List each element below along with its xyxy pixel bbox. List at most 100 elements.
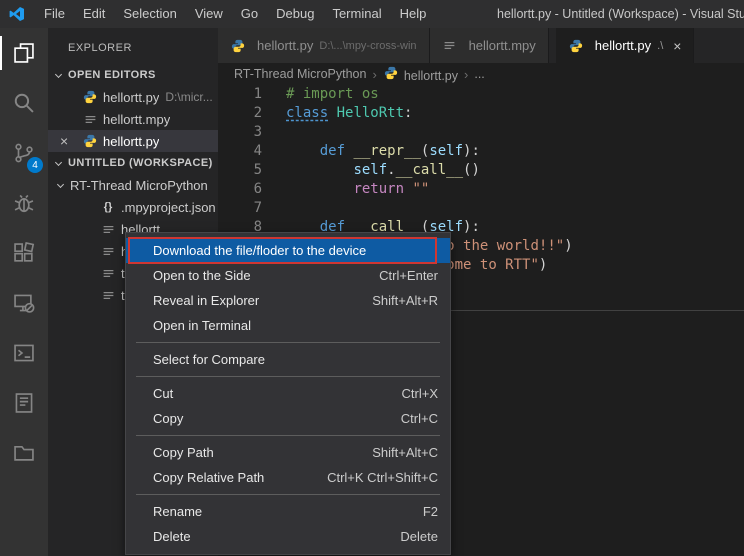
mpy-file-icon [100, 289, 116, 302]
code-line: 4 def __repr__(self): [218, 142, 744, 161]
breadcrumb-item-hellortt-py[interactable]: hellortt.py [383, 66, 458, 83]
context-menu-item-open-in-terminal[interactable]: Open in Terminal [126, 313, 450, 338]
menu-item-shortcut: F2 [423, 504, 438, 519]
menu-item-shortcut: Ctrl+C [401, 411, 438, 426]
context-menu-item-cut[interactable]: CutCtrl+X [126, 381, 450, 406]
menu-separator [136, 376, 440, 377]
code-text[interactable] [262, 199, 286, 218]
output-icon[interactable] [0, 378, 48, 428]
menu-selection[interactable]: Selection [114, 0, 185, 28]
menu-item-label: Copy [153, 411, 183, 426]
context-menu-item-copy-path[interactable]: Copy PathShift+Alt+C [126, 440, 450, 465]
python-file-icon [82, 90, 98, 104]
open-editors-list: hellortt.pyD:\micr...hellortt.mpy×hellor… [48, 86, 218, 152]
context-menu-item-reveal-in-explorer[interactable]: Reveal in Explorer Shift+Alt+R [126, 288, 450, 313]
line-number: 5 [218, 161, 262, 180]
menu-item-label: Copy Relative Path [153, 470, 264, 485]
menu-item-label: Download the file/floder to the device [153, 243, 366, 258]
tab-label: hellortt.mpy [469, 38, 536, 53]
context-menu-item-copy-relative-path[interactable]: Copy Relative PathCtrl+K Ctrl+Shift+C [126, 465, 450, 490]
breadcrumb-label: ... [474, 67, 484, 81]
vscode-logo-icon [9, 6, 25, 22]
menu-item-label: Cut [153, 386, 173, 401]
context-menu: Download the file/floder to the device Op… [125, 232, 451, 555]
menu-edit[interactable]: Edit [74, 0, 114, 28]
context-menu-item-copy[interactable]: Copy Ctrl+C [126, 406, 450, 431]
menu-item-label: Select for Compare [153, 352, 265, 367]
code-line: 6 return "" [218, 180, 744, 199]
tab-description: D:\...\mpy-cross-win [319, 40, 416, 52]
context-menu-item-select-for-compare[interactable]: Select for Compare [126, 347, 450, 372]
menu-separator [136, 494, 440, 495]
menu-terminal[interactable]: Terminal [323, 0, 390, 28]
folder-icon[interactable] [0, 428, 48, 478]
file-name: hellortt.py [103, 90, 159, 105]
menu-help[interactable]: Help [391, 0, 436, 28]
window-title: hellortt.py - Untitled (Workspace) - Vis… [497, 0, 744, 28]
context-menu-item-download-the-file-floder-to-the-device[interactable]: Download the file/floder to the device [126, 238, 450, 263]
menu-go[interactable]: Go [232, 0, 267, 28]
file-path: D:\micr... [165, 90, 212, 104]
breadcrumb-label: RT-Thread MicroPython [234, 67, 366, 81]
close-icon[interactable]: × [60, 133, 82, 149]
workspace-label: UNTITLED (WORKSPACE) [68, 157, 213, 169]
open-editor-hellortt-mpy[interactable]: hellortt.mpy [48, 108, 218, 130]
menu-item-label: Reveal in Explorer [153, 293, 259, 308]
chevron-down-icon [57, 180, 64, 187]
search-icon[interactable] [0, 78, 48, 128]
tab-hellortt-py[interactable]: hellortt.py.\× [556, 28, 695, 63]
mpy-file-icon [100, 223, 116, 236]
folder-rt-thread-micropython[interactable]: RT-Thread MicroPython [48, 174, 218, 196]
menu-item-label: Delete [153, 529, 191, 544]
context-menu-item-open-to-the-side[interactable]: Open to the Side Ctrl+Enter [126, 263, 450, 288]
menu-debug[interactable]: Debug [267, 0, 323, 28]
code-text[interactable]: # import os [262, 85, 379, 104]
mpy-file-icon [82, 113, 98, 126]
context-menu-item-delete[interactable]: DeleteDelete [126, 524, 450, 549]
workspace-header[interactable]: UNTITLED (WORKSPACE) [48, 152, 218, 174]
code-text[interactable] [262, 123, 286, 142]
code-text[interactable]: self.__call__() [262, 161, 480, 180]
menu-separator [136, 435, 440, 436]
menu-item-label: Rename [153, 504, 202, 519]
source-control-icon[interactable]: 4 [0, 128, 48, 178]
line-number: 4 [218, 142, 262, 161]
code-line: 2class HelloRtt: [218, 104, 744, 123]
menu-item-label: Open to the Side [153, 268, 251, 283]
breadcrumb-item-[interactable]: ... [474, 67, 484, 81]
open-editor-hellortt-py[interactable]: hellortt.py D:\micr... [48, 86, 218, 108]
menu-view[interactable]: View [186, 0, 232, 28]
menu-item-shortcut: Shift+Alt+R [372, 293, 438, 308]
code-text[interactable]: class HelloRtt: [262, 104, 412, 123]
code-line: 1# import os [218, 85, 744, 104]
open-editors-header[interactable]: OPEN EDITORS [48, 64, 218, 86]
tree-item-mpyproject-json[interactable]: {}.mpyproject.json [48, 196, 218, 218]
code-line: 3 [218, 123, 744, 142]
terminal-icon[interactable] [0, 328, 48, 378]
open-editor-hellortt-py[interactable]: ×hellortt.py [48, 130, 218, 152]
code-line: 7 [218, 199, 744, 218]
code-line: 5 self.__call__() [218, 161, 744, 180]
explorer-icon[interactable] [0, 28, 48, 78]
title-bar: FileEditSelectionViewGoDebugTerminalHelp… [0, 0, 744, 28]
breadcrumb-item-rt-thread-micropython[interactable]: RT-Thread MicroPython [234, 67, 366, 81]
code-text[interactable]: def __repr__(self): [262, 142, 480, 161]
debug-icon[interactable] [0, 178, 48, 228]
menu-file[interactable]: File [35, 0, 74, 28]
chevron-right-icon: › [464, 67, 468, 82]
mpy-file-icon [442, 39, 458, 52]
extensions-icon[interactable] [0, 228, 48, 278]
python-file-icon [568, 39, 584, 53]
mpy-file-icon [100, 245, 116, 258]
breadcrumb-label: hellortt.py [404, 69, 458, 83]
remote-device-icon[interactable] [0, 278, 48, 328]
tab-hellortt-py[interactable]: hellortt.pyD:\...\mpy-cross-win [218, 28, 430, 63]
menu-item-label: Copy Path [153, 445, 214, 460]
context-menu-item-rename[interactable]: Rename F2 [126, 499, 450, 524]
line-number: 3 [218, 123, 262, 142]
code-text[interactable]: return "" [262, 180, 429, 199]
tab-hellortt-mpy[interactable]: hellortt.mpy [430, 28, 549, 63]
menu-item-shortcut: Ctrl+Enter [379, 268, 438, 283]
close-icon[interactable]: × [673, 38, 681, 54]
tab-bar: hellortt.pyD:\...\mpy-cross-win hellortt.… [218, 28, 744, 63]
